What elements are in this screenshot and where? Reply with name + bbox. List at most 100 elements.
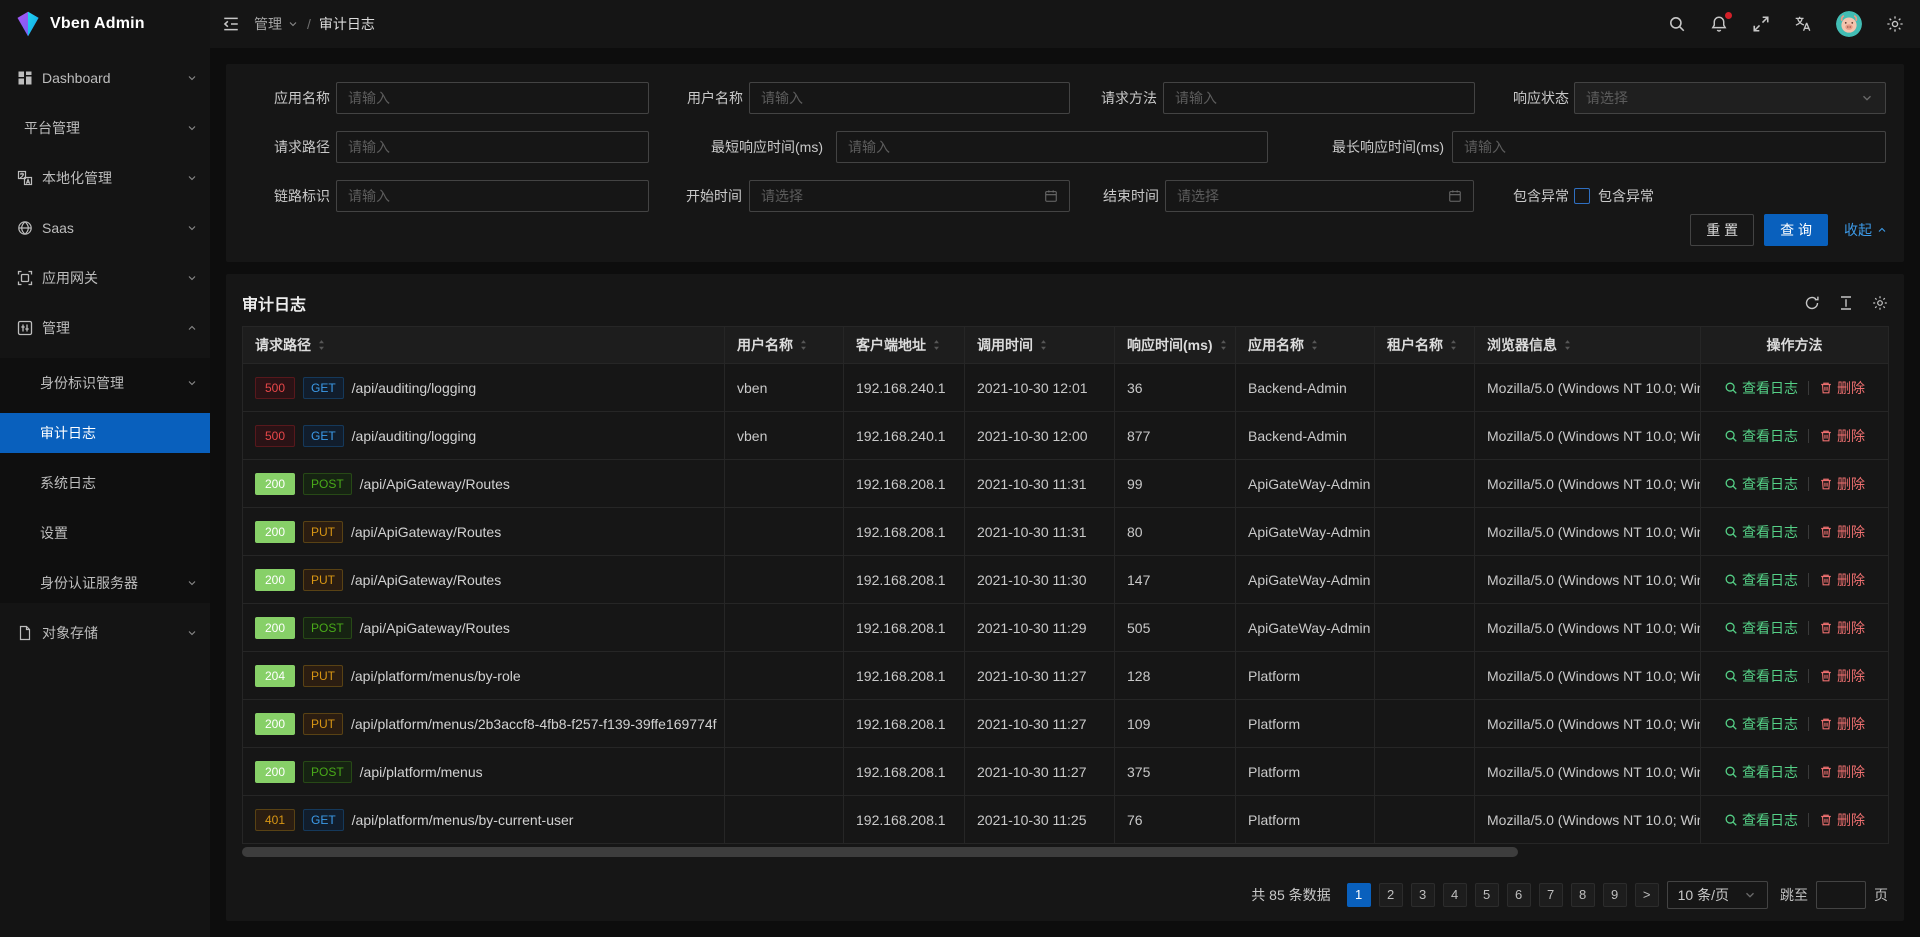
trash-icon (1819, 813, 1833, 827)
delete-link[interactable]: 删除 (1819, 714, 1865, 734)
sidebar-collapse-icon[interactable] (222, 15, 240, 33)
table-row: 204PUT/api/platform/menus/by-role192.168… (243, 652, 1889, 700)
sidebar-item-app-gateway[interactable]: 应用网关 (0, 258, 210, 298)
column-header-tenant[interactable]: 租户名称 (1375, 327, 1475, 364)
sidebar-item-identity-management[interactable]: 身份标识管理 (0, 363, 210, 403)
page-size-value: 10 条/页 (1678, 885, 1729, 905)
page-button-3[interactable]: 3 (1411, 883, 1435, 907)
sidebar-item-localization-management[interactable]: 本地化管理 (0, 158, 210, 198)
sidebar-item-management[interactable]: 管理 (0, 308, 210, 348)
delete-link[interactable]: 删除 (1819, 378, 1865, 398)
page-button-8[interactable]: 8 (1571, 883, 1595, 907)
delete-link[interactable]: 删除 (1819, 666, 1865, 686)
cell-path: 401GET/api/platform/menus/by-current-use… (243, 796, 725, 844)
pagination: 共 85 条数据123456789>10 条/页跳至页 (242, 873, 1888, 921)
cell-actions: 查看日志 删除 (1701, 796, 1889, 844)
column-header-browser[interactable]: 浏览器信息 (1475, 327, 1701, 364)
sidebar-item-audit-log[interactable]: 审计日志 (0, 413, 210, 453)
cell-browser: Mozilla/5.0 (Windows NT 10.0; Win (1475, 604, 1701, 652)
sidebar-item-identity-auth-server[interactable]: 身份认证服务器 (0, 563, 210, 603)
sidebar-item-label: 平台管理 (24, 118, 186, 138)
view-log-link[interactable]: 查看日志 (1724, 426, 1798, 446)
notification-bell[interactable] (1710, 15, 1728, 33)
column-header-user[interactable]: 用户名称 (725, 327, 844, 364)
sidebar-item-saas[interactable]: Saas (0, 208, 210, 248)
cell-app: Platform (1236, 748, 1375, 796)
column-settings-gear-icon[interactable] (1872, 295, 1888, 311)
trace-id-input[interactable] (336, 180, 649, 212)
view-log-link[interactable]: 查看日志 (1724, 762, 1798, 782)
delete-link[interactable]: 删除 (1819, 426, 1865, 446)
sidebar-item-settings[interactable]: 设置 (0, 513, 210, 553)
notification-dot (1725, 12, 1732, 19)
column-header-time[interactable]: 调用时间 (965, 327, 1115, 364)
logo[interactable]: Vben Admin (0, 0, 210, 48)
filter-field-trace-id (336, 180, 649, 212)
max-response-time-input[interactable] (1452, 131, 1886, 163)
settings-gear-icon[interactable] (1886, 15, 1904, 33)
delete-link[interactable]: 删除 (1819, 810, 1865, 830)
min-response-time-input[interactable] (836, 131, 1268, 163)
refresh-icon[interactable] (1804, 295, 1820, 311)
fullscreen-icon[interactable] (1752, 15, 1770, 33)
request-path-input[interactable] (336, 131, 649, 163)
include-exception-checkbox[interactable] (1574, 188, 1590, 204)
start-time-date-picker[interactable]: 请选择 (749, 180, 1070, 212)
view-log-link[interactable]: 查看日志 (1724, 474, 1798, 494)
next-page-button[interactable]: > (1635, 883, 1659, 907)
view-log-link[interactable]: 查看日志 (1724, 570, 1798, 590)
search-button[interactable]: 查 询 (1764, 214, 1828, 246)
translate-icon[interactable] (1794, 15, 1812, 33)
chevron-down-icon (1860, 91, 1874, 105)
page-button-6[interactable]: 6 (1507, 883, 1531, 907)
column-header-duration[interactable]: 响应时间(ms) (1115, 327, 1236, 364)
sidebar-item-system-log[interactable]: 系统日志 (0, 463, 210, 503)
delete-link[interactable]: 删除 (1819, 762, 1865, 782)
status-tag: 401 (255, 809, 295, 831)
sidebar-item-object-storage[interactable]: 对象存储 (0, 613, 210, 653)
delete-link[interactable]: 删除 (1819, 522, 1865, 542)
column-header-path[interactable]: 请求路径 (243, 327, 725, 364)
reset-button[interactable]: 重 置 (1690, 214, 1754, 246)
view-log-link[interactable]: 查看日志 (1724, 810, 1798, 830)
page-size-select[interactable]: 10 条/页 (1667, 881, 1768, 909)
page-button-2[interactable]: 2 (1379, 883, 1403, 907)
response-status-select[interactable]: 请选择 (1574, 82, 1886, 114)
sort-icon (317, 338, 326, 352)
request-path-text: /api/ApiGateway/Routes (351, 572, 501, 588)
view-log-link[interactable]: 查看日志 (1724, 378, 1798, 398)
search-icon[interactable] (1668, 15, 1686, 33)
jump-to-page-input[interactable] (1816, 881, 1866, 909)
end-time-date-picker[interactable]: 请选择 (1165, 180, 1474, 212)
column-header-app[interactable]: 应用名称 (1236, 327, 1375, 364)
page-button-9[interactable]: 9 (1603, 883, 1627, 907)
page-button-4[interactable]: 4 (1443, 883, 1467, 907)
collapse-filter-link[interactable]: 收起 (1844, 220, 1888, 240)
view-search-icon (1724, 525, 1738, 539)
view-log-link[interactable]: 查看日志 (1724, 666, 1798, 686)
request-path-text: /api/ApiGateway/Routes (360, 476, 510, 492)
request-method-input[interactable] (1163, 82, 1475, 114)
delete-link[interactable]: 删除 (1819, 618, 1865, 638)
view-log-link[interactable]: 查看日志 (1724, 522, 1798, 542)
page-button-1[interactable]: 1 (1347, 883, 1371, 907)
cell-duration: 375 (1115, 748, 1236, 796)
column-header-ip[interactable]: 客户端地址 (844, 327, 965, 364)
sidebar-item-platform-management[interactable]: 平台管理 (0, 108, 210, 148)
row-height-icon[interactable] (1838, 295, 1854, 311)
view-log-link[interactable]: 查看日志 (1724, 618, 1798, 638)
page-button-7[interactable]: 7 (1539, 883, 1563, 907)
column-header-inner: 响应时间(ms) (1127, 335, 1223, 355)
delete-link[interactable]: 删除 (1819, 474, 1865, 494)
sort-icon (932, 338, 941, 352)
sidebar-item-dashboard[interactable]: Dashboard (0, 58, 210, 98)
view-log-link[interactable]: 查看日志 (1724, 714, 1798, 734)
user-name-input[interactable] (749, 82, 1070, 114)
horizontal-scrollbar-thumb[interactable] (242, 847, 1518, 857)
avatar[interactable] (1836, 11, 1862, 37)
breadcrumb-section[interactable]: 管理 (254, 14, 299, 34)
cell-duration: 877 (1115, 412, 1236, 460)
page-button-5[interactable]: 5 (1475, 883, 1499, 907)
delete-link[interactable]: 删除 (1819, 570, 1865, 590)
app-name-input[interactable] (336, 82, 649, 114)
